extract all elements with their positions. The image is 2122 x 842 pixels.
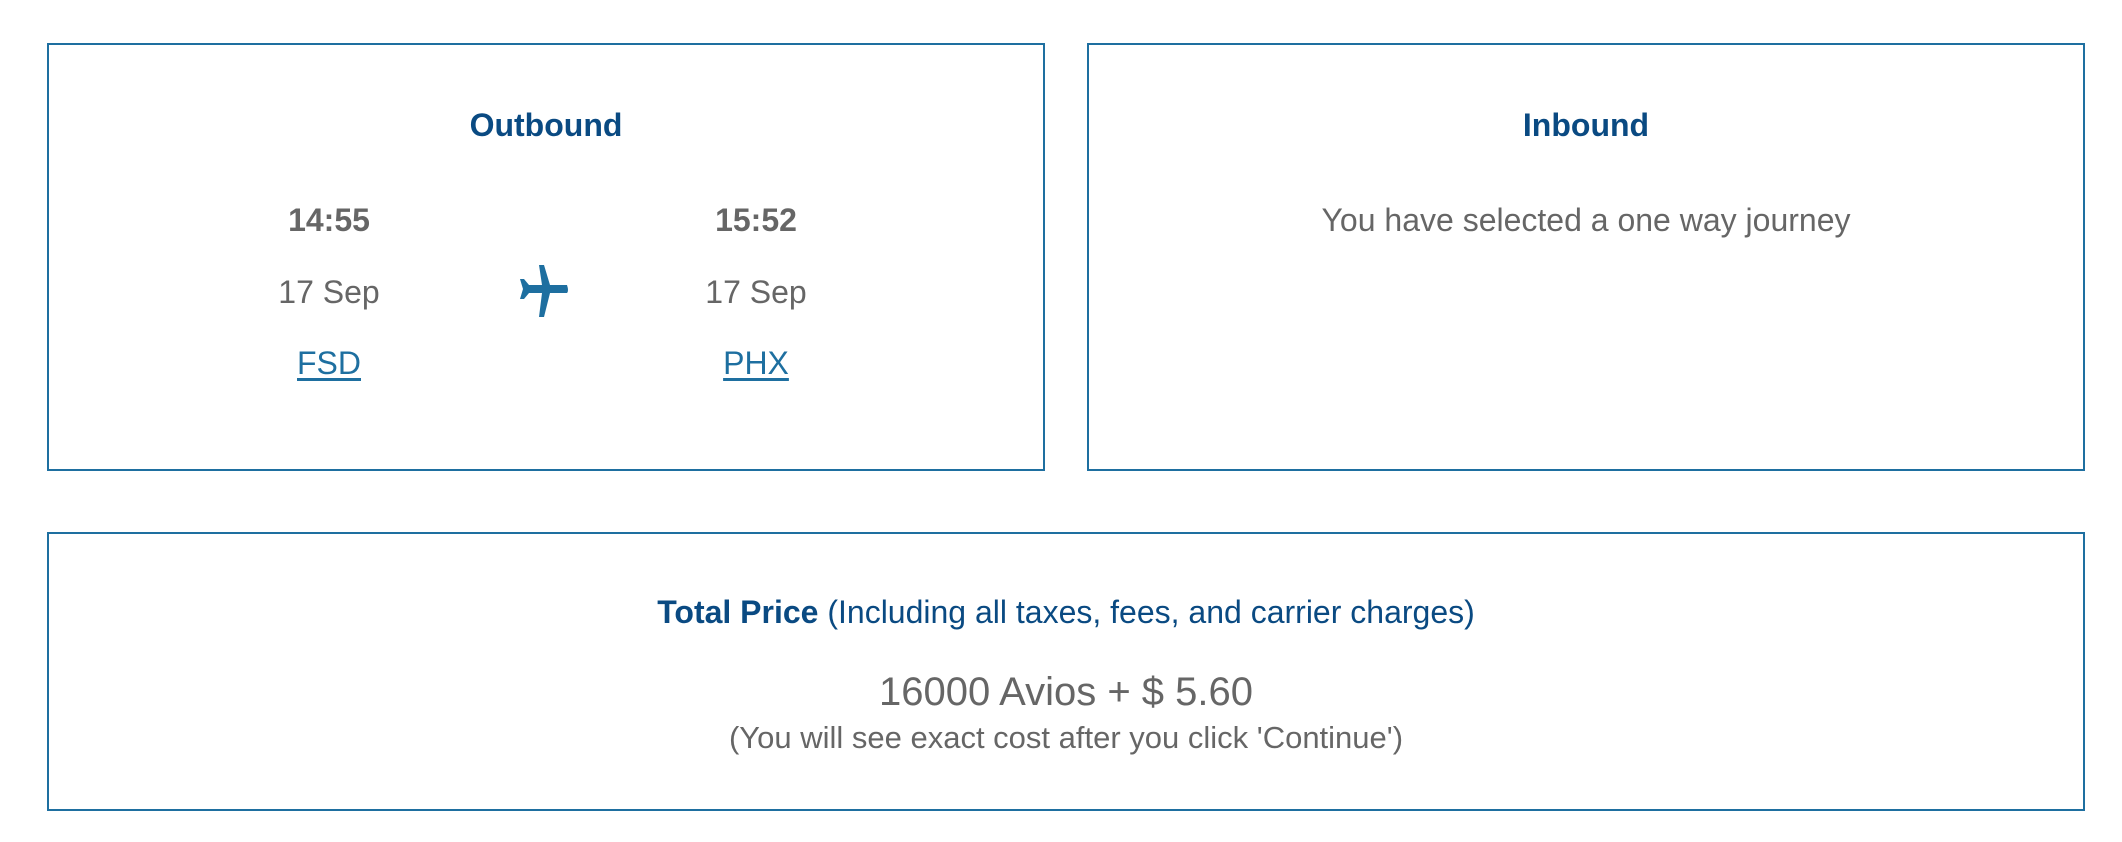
total-price-panel: Total Price (Including all taxes, fees, …	[47, 532, 2085, 811]
outbound-title: Outbound	[469, 107, 623, 143]
arrival-airport-link[interactable]: PHX	[723, 345, 789, 381]
price-note: (You will see exact cost after you click…	[728, 720, 1404, 755]
arrival-airport: PHX	[606, 345, 906, 382]
departure-time: 14:55	[288, 202, 370, 238]
departure-airport-link[interactable]: FSD	[297, 345, 361, 381]
departure-airport: FSD	[179, 345, 479, 382]
total-price-heading: Total Price (Including all taxes, fees, …	[49, 594, 2083, 631]
inbound-panel: Inbound You have selected a one way jour…	[1087, 43, 2085, 471]
inbound-title: Inbound	[1522, 107, 1650, 143]
total-price-label-note: (Including all taxes, fees, and carrier …	[827, 594, 1475, 630]
outbound-panel: Outbound 14:55 17 Sep FSD 15:52 17 Sep P…	[47, 43, 1045, 471]
airplane-icon	[520, 265, 568, 317]
total-price-value: 16000 Avios + $ 5.60	[878, 670, 1254, 714]
arrival-time: 15:52	[715, 202, 797, 238]
one-way-message: You have selected a one way journey	[1321, 202, 1851, 238]
departure-date: 17 Sep	[278, 274, 380, 310]
arrival-date: 17 Sep	[705, 274, 807, 310]
total-price-label: Total Price	[657, 594, 819, 630]
